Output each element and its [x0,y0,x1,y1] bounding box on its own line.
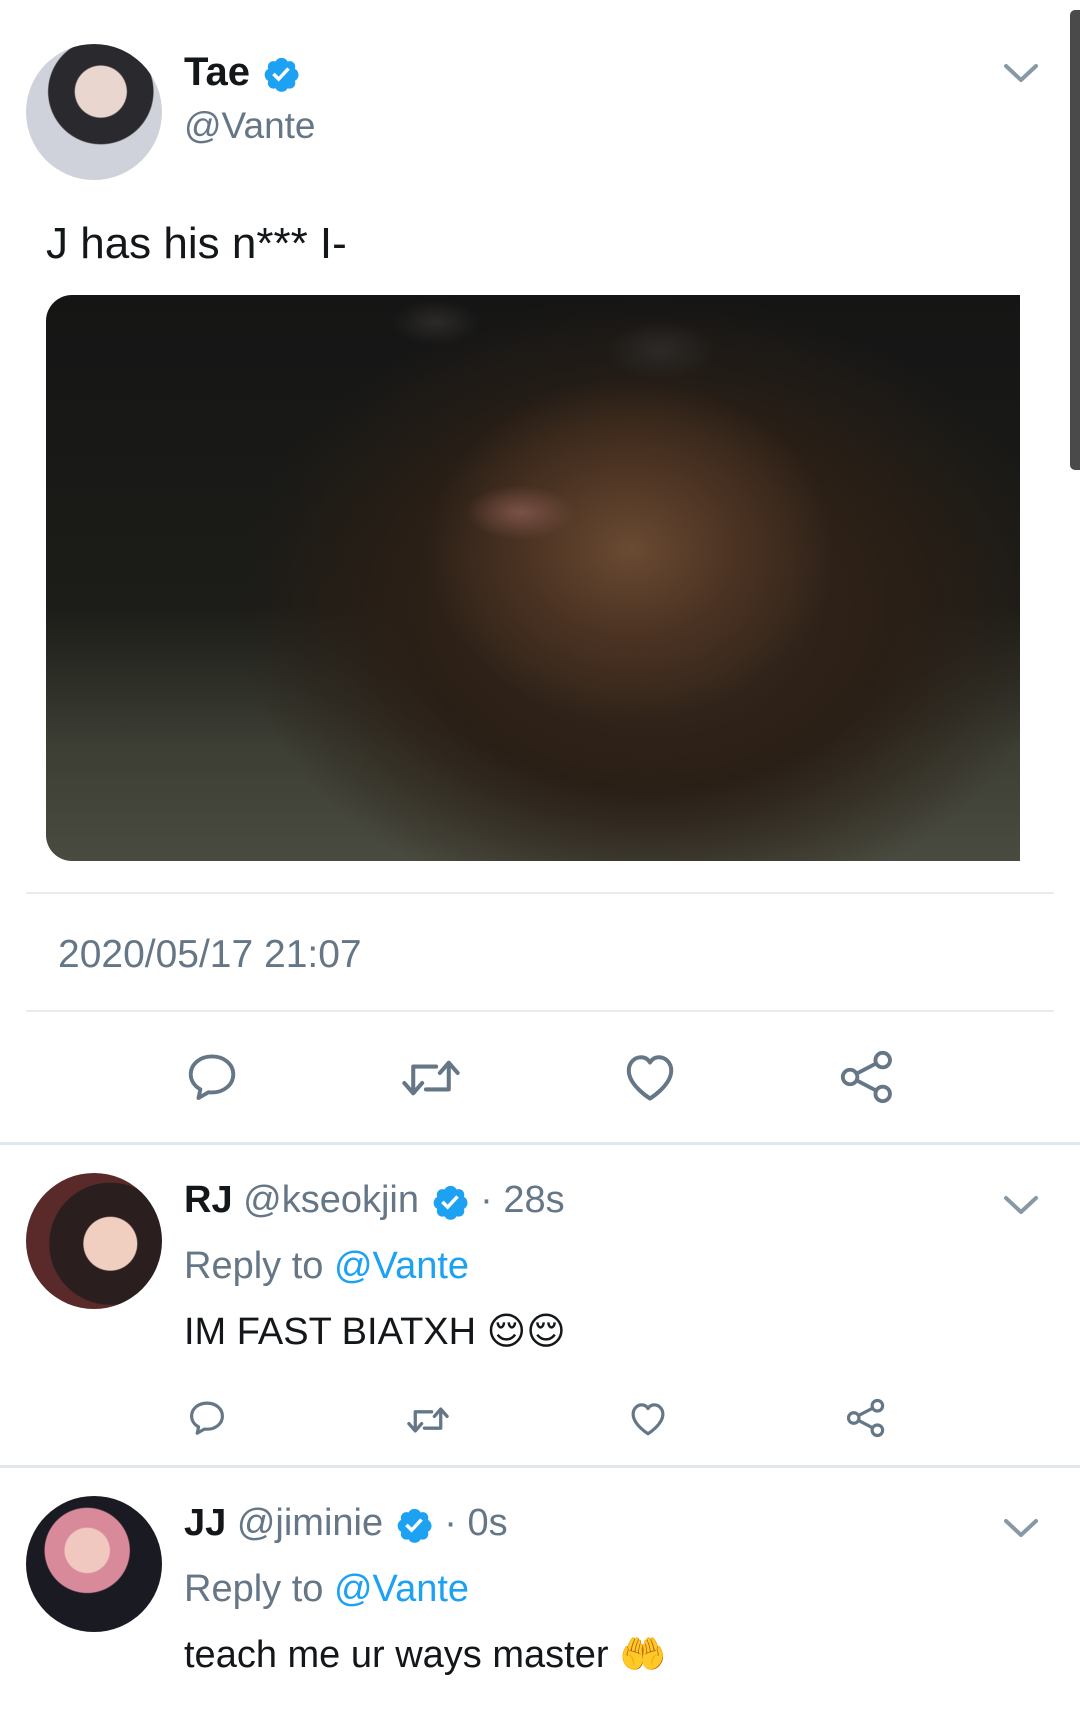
share-icon[interactable] [845,1397,887,1439]
display-name[interactable]: Tae [184,50,250,94]
reply-age: · 0s [444,1502,508,1544]
display-name[interactable]: JJ [184,1502,226,1544]
reply-author-line: JJ @jiminie · 0s [184,1499,508,1547]
reply-text: teach me ur ways master 🤲 [184,1634,667,1676]
handle[interactable]: @Vante [184,104,316,148]
reply-to-link[interactable]: @Vante [334,1568,469,1610]
heart-icon[interactable] [620,1048,680,1104]
handle[interactable]: @jiminie [237,1502,383,1544]
chevron-down-icon[interactable] [1002,1515,1040,1541]
reply-to-line: Reply to @Vante [184,1566,469,1612]
verified-badge-icon [433,1185,468,1220]
tweet-text: J has his n*** I- [46,219,347,268]
reply-prefix: Reply to [184,1245,324,1287]
reply-to-link[interactable]: @Vante [334,1245,469,1287]
handle[interactable]: @kseokjin [243,1179,419,1221]
divider [26,1010,1054,1012]
avatar[interactable] [26,1173,162,1309]
media-eye-right [606,320,716,380]
scrollbar[interactable] [1070,10,1080,470]
reply-age: · 28s [480,1179,565,1221]
avatar[interactable] [26,44,162,180]
section-divider [0,1142,1080,1145]
chevron-down-icon[interactable] [1002,60,1040,86]
retweet-icon[interactable] [404,1400,452,1440]
reply-author-line: RJ @kseokjin · 28s [184,1176,565,1224]
timestamp: 2020/05/17 21:07 [58,933,362,976]
display-name[interactable]: RJ [184,1179,233,1221]
reply-icon[interactable] [186,1397,228,1439]
reply-to-line: Reply to @Vante [184,1243,469,1289]
verified-badge-icon [264,58,299,93]
chevron-down-icon[interactable] [1002,1192,1040,1218]
tweet-media[interactable] [46,295,1020,861]
avatar[interactable] [26,1496,162,1632]
reply-text: IM FAST BIATXH 😌😌 [184,1311,566,1353]
retweet-icon[interactable] [398,1050,464,1106]
author-line: Tae [184,48,301,96]
heart-icon[interactable] [627,1398,669,1438]
share-icon[interactable] [838,1048,896,1106]
section-divider [0,1465,1080,1468]
reply-icon[interactable] [182,1048,242,1106]
verified-badge-icon [397,1508,432,1543]
media-eye-left [391,300,481,345]
divider [26,892,1054,894]
reply-prefix: Reply to [184,1568,324,1610]
media-mouth [466,485,576,540]
